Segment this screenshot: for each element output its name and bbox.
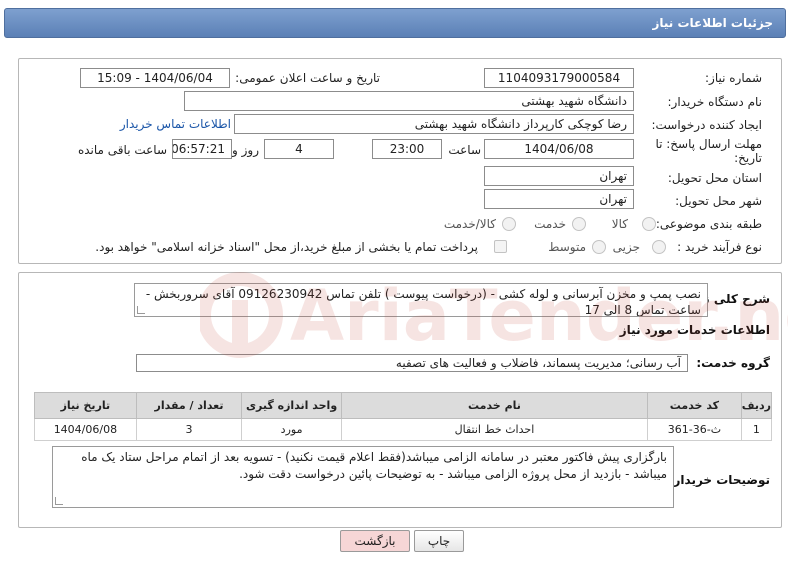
col-name: نام خدمت	[340, 392, 649, 419]
row-index: 1	[740, 418, 773, 441]
need-number-field: 1104093179000584	[484, 68, 634, 88]
back-button[interactable]: بازگشت	[340, 530, 410, 552]
col-date: تاریخ نیاز	[34, 392, 137, 419]
resize-handle-icon[interactable]	[55, 497, 63, 505]
buyer-contact-link[interactable]: اطلاعات تماس خریدار	[120, 117, 231, 131]
need-number-label: شماره نیاز:	[705, 71, 762, 85]
row-name: احداث خط انتقال	[340, 418, 649, 441]
col-index: ردیف	[740, 392, 773, 419]
requester-field: رضا کوچکی کارپرداز دانشگاه شهید بهشتی	[234, 114, 634, 134]
category-label: طبقه بندی موضوعی:	[655, 217, 762, 231]
buyer-notes-text: بارگزاری پیش فاکتور معتبر در سامانه الزا…	[81, 450, 667, 481]
category-goods-label: کالا	[611, 217, 628, 231]
deadline-label-line2: تاریخ:	[734, 151, 762, 165]
buyer-notes-textarea: بارگزاری پیش فاکتور معتبر در سامانه الزا…	[52, 446, 674, 508]
buyer-notes-label: توضیحات خریدار:	[668, 473, 770, 487]
category-goods-service-radio[interactable]	[502, 217, 516, 231]
process-medium-radio[interactable]	[592, 240, 606, 254]
treasury-bonds-note: پرداخت تمام یا بخشی از مبلغ خرید،از محل …	[95, 240, 478, 254]
announce-datetime-field: 1404/06/04 - 15:09	[80, 68, 230, 88]
row-unit: مورد	[241, 418, 342, 441]
print-button[interactable]: چاپ	[414, 530, 464, 552]
col-code: کد خدمت	[647, 392, 742, 419]
province-field: تهران	[484, 166, 634, 186]
city-field: تهران	[484, 189, 634, 209]
page-title: جزئیات اطلاعات نیاز	[652, 16, 773, 30]
page-title-bar: جزئیات اطلاعات نیاز	[4, 8, 786, 38]
need-details-panel	[18, 58, 782, 264]
treasury-bonds-checkbox[interactable]	[494, 240, 507, 253]
process-minor-label: جزیی	[612, 240, 640, 254]
process-minor-radio[interactable]	[652, 240, 666, 254]
category-service-radio[interactable]	[572, 217, 586, 231]
col-qty: تعداد / مقدار	[135, 392, 243, 419]
service-group-field: آب رسانی؛ مدیریت پسماند، فاضلاب و فعالیت…	[136, 354, 688, 372]
remaining-days-field: 4	[264, 139, 334, 159]
purchase-process-label: نوع فرآیند خرید :	[677, 240, 762, 254]
deadline-time-field: 23:00	[372, 139, 442, 159]
announce-datetime-label: تاریخ و ساعت اعلان عمومی:	[235, 71, 380, 85]
city-label: شهر محل تحویل:	[675, 194, 762, 208]
services-section-title: اطلاعات خدمات مورد نیاز	[619, 323, 770, 337]
category-service-label: خدمت	[534, 217, 566, 231]
process-medium-label: متوسط	[548, 240, 586, 254]
deadline-label-line1: مهلت ارسال پاسخ: تا	[655, 137, 762, 151]
row-qty: 3	[135, 418, 243, 441]
buyer-org-label: نام دستگاه خریدار:	[667, 95, 763, 109]
col-unit: واحد اندازه گیری	[241, 392, 342, 419]
table-row: 1 ث-36-361 احداث خط انتقال مورد 3 1404/0…	[34, 418, 773, 441]
summary-text: نصب پمپ و مخزن آبرسانی و لوله کشی - (درخ…	[145, 287, 701, 317]
category-goods-radio[interactable]	[642, 217, 656, 231]
resize-handle-icon[interactable]	[137, 306, 145, 314]
category-goods-service-label: کالا/خدمت	[443, 217, 496, 231]
remaining-time-field: 06:57:21	[172, 139, 232, 159]
services-table: ردیف کد خدمت نام خدمت واحد اندازه گیری ت…	[34, 392, 773, 441]
deadline-date-field: 1404/06/08	[484, 139, 634, 159]
remaining-time-label: ساعت باقی مانده	[77, 143, 167, 157]
summary-textarea: نصب پمپ و مخزن آبرسانی و لوله کشی - (درخ…	[134, 283, 708, 317]
requester-label: ایجاد کننده درخواست:	[651, 118, 762, 132]
deadline-time-label: ساعت	[448, 143, 481, 157]
services-table-header: ردیف کد خدمت نام خدمت واحد اندازه گیری ت…	[34, 392, 773, 419]
days-label: روز و	[232, 143, 259, 157]
row-code: ث-36-361	[647, 418, 742, 441]
province-label: استان محل تحویل:	[667, 171, 762, 185]
service-group-label: گروه خدمت:	[696, 356, 770, 370]
buyer-org-field: دانشگاه شهید بهشتی	[184, 91, 634, 111]
row-date: 1404/06/08	[34, 418, 137, 441]
